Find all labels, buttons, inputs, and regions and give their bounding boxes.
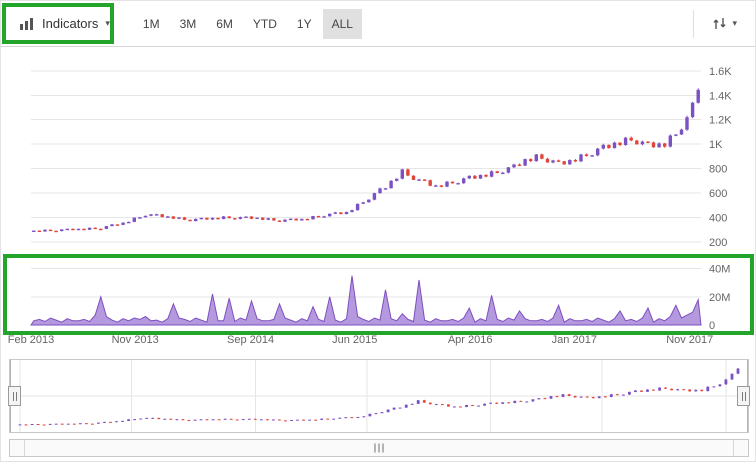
svg-text:40M: 40M [709,264,730,276]
svg-text:1.6K: 1.6K [709,66,732,78]
period-6m[interactable]: 6M [207,9,242,39]
svg-text:600: 600 [709,188,727,200]
period-all[interactable]: ALL [323,9,362,39]
chevron-down-icon: ▾ [105,19,110,28]
svg-text:1K: 1K [709,139,723,151]
svg-text:1.4K: 1.4K [709,90,732,102]
bar-chart-icon [19,16,35,31]
indicators-button[interactable]: Indicators ▾ [9,8,120,39]
indicators-label: Indicators [42,16,98,31]
scrollbar-left-cap [24,440,25,456]
period-ytd[interactable]: YTD [244,9,286,39]
navigator-right-handle[interactable] [737,386,750,406]
svg-text:Jun 2015: Jun 2015 [332,334,377,346]
horizontal-scrollbar[interactable] [9,439,749,457]
period-3m[interactable]: 3M [171,9,206,39]
toolbar-divider [693,10,694,38]
svg-text:Apr 2016: Apr 2016 [448,334,493,346]
stock-chart-app: Indicators ▾ 1M 3M 6M YTD 1Y ALL ▾ 1.6K1… [0,0,756,462]
svg-text:1.2K: 1.2K [709,115,732,127]
period-selector: 1M 3M 6M YTD 1Y ALL [134,9,362,39]
svg-text:20M: 20M [709,292,730,304]
up-down-arrows-icon [712,16,727,31]
chart-tools-button[interactable]: ▾ [702,8,747,39]
svg-text:Sep 2014: Sep 2014 [227,334,274,346]
svg-text:400: 400 [709,213,727,225]
range-navigator[interactable] [9,359,749,433]
svg-text:800: 800 [709,164,727,176]
period-1y[interactable]: 1Y [288,9,321,39]
svg-text:200: 200 [709,237,727,249]
navigator-chart [10,360,748,432]
svg-text:Nov 2017: Nov 2017 [666,334,713,346]
toolbar: Indicators ▾ 1M 3M 6M YTD 1Y ALL ▾ [1,1,755,47]
svg-text:0: 0 [709,320,715,332]
svg-text:Nov 2013: Nov 2013 [112,334,159,346]
period-1m[interactable]: 1M [134,9,169,39]
scrollbar-grip-icon[interactable] [375,444,384,453]
price-volume-chart[interactable]: 1.6K 1.4K 1.2K 1K 800 600 400 200 40M 20M 0 Feb 201… [1,47,756,359]
chevron-down-icon: ▾ [732,19,737,28]
scrollbar-right-cap [733,440,734,456]
svg-text:Feb 2013: Feb 2013 [8,334,54,346]
svg-text:Jan 2017: Jan 2017 [552,334,597,346]
navigator-left-handle[interactable] [8,386,21,406]
